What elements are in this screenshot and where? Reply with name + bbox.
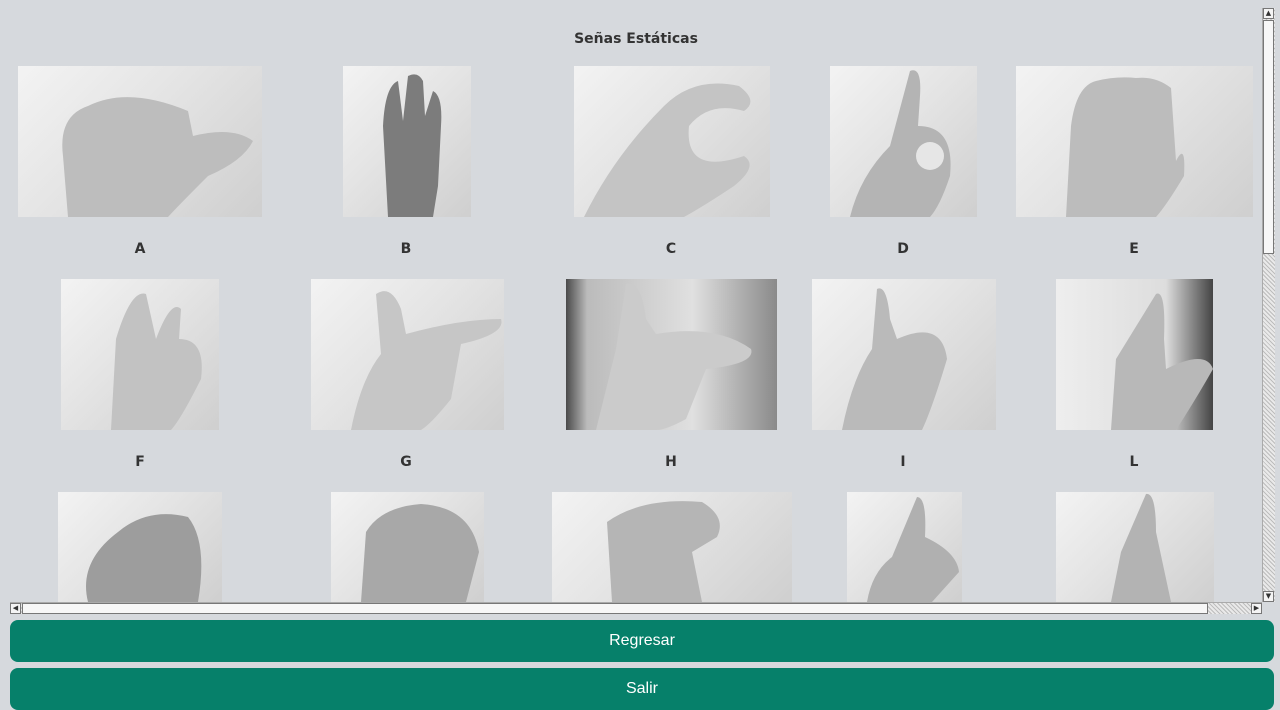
hand-sign-e-image: [1016, 66, 1253, 217]
sign-label-f: F: [135, 454, 145, 470]
hand-sign-d-image: [830, 66, 977, 217]
sign-label-b: B: [400, 241, 412, 257]
hand-sign-image: [847, 492, 962, 602]
hand-sign-c-image: [574, 66, 770, 217]
scroll-down-arrow-icon[interactable]: ▼: [1263, 591, 1274, 602]
scroll-up-arrow-icon[interactable]: ▲: [1263, 8, 1274, 19]
horizontal-scrollbar[interactable]: ◀ ▶: [10, 602, 1262, 614]
back-button[interactable]: Regresar: [10, 620, 1274, 662]
hand-sign-h-image: [566, 279, 777, 430]
horizontal-scroll-thumb[interactable]: [22, 603, 1208, 614]
sign-label-g: G: [400, 454, 412, 470]
hand-sign-i-image: [812, 279, 996, 430]
scroll-right-arrow-icon[interactable]: ▶: [1251, 603, 1262, 614]
hand-sign-g-image: [311, 279, 504, 430]
sign-label-i: I: [900, 454, 906, 470]
exit-button[interactable]: Salir: [10, 668, 1274, 710]
sign-label-a: A: [134, 241, 146, 257]
sign-label-h: H: [665, 454, 677, 470]
hand-sign-image: [58, 492, 222, 602]
hand-sign-f-image: [61, 279, 219, 430]
vertical-scrollbar[interactable]: ▲ ▼: [1262, 8, 1275, 602]
hand-sign-a-image: [18, 66, 262, 217]
sign-label-e: E: [1129, 241, 1139, 257]
hand-sign-b-image: [343, 66, 471, 217]
hand-sign-image: [552, 492, 792, 602]
scroll-area[interactable]: Señas Estáticas A B C D E F G H I L: [0, 0, 1262, 602]
sign-label-l: L: [1129, 454, 1139, 470]
vertical-scroll-thumb[interactable]: [1263, 20, 1274, 254]
hand-sign-l-image: [1056, 279, 1213, 430]
sign-label-d: D: [897, 241, 909, 257]
sign-label-c: C: [665, 241, 677, 257]
page-title: Señas Estáticas: [574, 31, 698, 47]
hand-sign-image: [331, 492, 484, 602]
hand-sign-image: [1056, 492, 1214, 602]
scroll-left-arrow-icon[interactable]: ◀: [10, 603, 21, 614]
